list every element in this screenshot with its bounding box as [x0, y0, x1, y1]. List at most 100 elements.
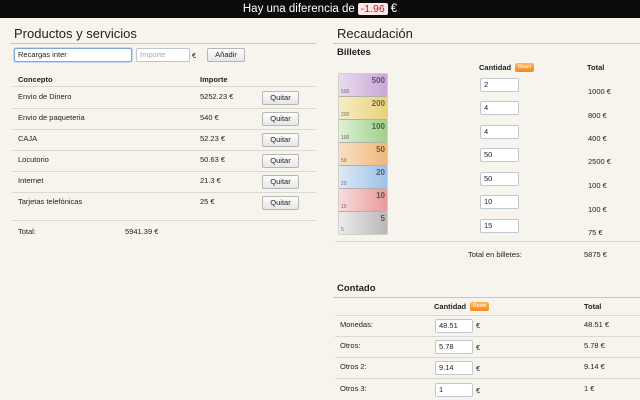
billete-cantidad-input[interactable]: 4: [480, 101, 519, 115]
billete-total: 1000 €: [588, 87, 611, 96]
billete-total: 400 €: [588, 134, 607, 143]
importe-currency: €: [192, 51, 197, 60]
recaudacion-divider: [333, 43, 640, 44]
billete-total: 75 €: [588, 228, 603, 237]
row-importe: 5252.23 €: [200, 92, 234, 101]
banknote-denomination-small: 20: [341, 181, 347, 187]
contado-total: 48.51 €: [584, 320, 610, 329]
row-divider: [12, 108, 316, 109]
contado-header-divider: [335, 315, 640, 316]
total-label: Total:: [18, 227, 36, 236]
contado-divider: [333, 297, 640, 298]
banknote-denomination: 10: [376, 191, 385, 200]
col-importe-header: Importe: [200, 75, 228, 84]
banknote-denomination: 50: [376, 145, 385, 154]
row-importe: 540 €: [200, 113, 219, 122]
banknote-denomination-small: 5: [341, 227, 344, 233]
billete-total: 800 €: [588, 111, 607, 120]
banknote-denomination-small: 100: [341, 135, 350, 141]
remove-button[interactable]: Quitar: [262, 196, 299, 210]
billetes-total-label: Total en billetes:: [468, 250, 522, 259]
row-divider: [12, 171, 316, 172]
billete-cantidad-input[interactable]: 50: [480, 148, 519, 162]
contado-cantidad-input[interactable]: 48.51: [435, 319, 473, 333]
add-button[interactable]: Añadir: [207, 48, 245, 62]
contado-total: 9.14 €: [584, 362, 605, 371]
row-importe: 52.23 €: [200, 134, 226, 143]
contado-currency: €: [476, 386, 481, 395]
billete-total: 100 €: [588, 181, 607, 190]
billete-cantidad-input[interactable]: 2: [480, 78, 519, 92]
banknote-denomination: 100: [371, 122, 385, 131]
remove-button[interactable]: Quitar: [262, 91, 299, 105]
contado-label: Monedas:: [340, 320, 373, 329]
concepto-input[interactable]: Recargas inter: [14, 48, 132, 62]
contado-label: Otros 2:: [340, 362, 367, 371]
banknote-denomination: 20: [376, 168, 385, 177]
contado-cantidad-input[interactable]: 1: [435, 383, 473, 397]
billete-total: 2500 €: [588, 157, 611, 166]
contado-cantidad-input[interactable]: 9.14: [435, 361, 473, 375]
difference-banner: Hay una diferencia de -1.96 €: [0, 0, 640, 18]
header-divider: [12, 86, 316, 87]
contado-label: Otros:: [340, 341, 361, 350]
contado-currency: €: [476, 321, 481, 330]
productos-divider: [10, 43, 316, 44]
billetes-total-divider: [335, 241, 640, 242]
billetes-total-value: 5875 €: [584, 250, 607, 259]
row-concepto: Tarjetas telefónicas: [18, 197, 83, 206]
row-concepto: Envio de paqueteria: [18, 113, 85, 122]
banknote-5-image: 5 5: [339, 212, 387, 234]
row-divider: [12, 129, 316, 130]
billetes-col-cantidad: Cantidad: [479, 63, 512, 72]
row-divider: [335, 357, 640, 358]
billete-cantidad-input[interactable]: 15: [480, 219, 519, 233]
contado-total: 5.78 €: [584, 341, 605, 350]
row-concepto: Envio de Dinero: [18, 92, 72, 101]
billetes-heading: Billetes: [337, 47, 371, 58]
banknote-100-image: 100 100: [339, 120, 387, 142]
banknote-20-image: 20 20: [339, 166, 387, 188]
banknote-500-image: 500 500: [339, 74, 387, 96]
remove-button[interactable]: Quitar: [262, 154, 299, 168]
contado-heading: Contado: [337, 283, 376, 294]
billete-total: 100 €: [588, 205, 607, 214]
contado-col-total: Total: [584, 302, 602, 311]
col-concepto-header: Concepto: [18, 75, 53, 84]
remove-button[interactable]: Quitar: [262, 133, 299, 147]
row-importe: 50.63 €: [200, 155, 226, 164]
billete-cantidad-input[interactable]: 4: [480, 125, 519, 139]
banknote-denomination: 500: [371, 76, 385, 85]
row-divider: [12, 220, 316, 221]
banknote-10-image: 10 10: [339, 189, 387, 211]
banknote-denomination-small: 500: [341, 89, 350, 95]
contado-reset-button[interactable]: Reset: [470, 302, 490, 311]
row-divider: [335, 336, 640, 337]
banknote-denomination-small: 10: [341, 204, 347, 210]
importe-input[interactable]: Importe: [136, 48, 190, 62]
banknote-denomination: 5: [380, 214, 385, 223]
billete-cantidad-input[interactable]: 50: [480, 172, 519, 186]
productos-title: Productos y servicios: [14, 26, 137, 41]
contado-total: 1 €: [584, 384, 595, 393]
row-divider: [12, 192, 316, 193]
row-concepto: Internet: [18, 176, 44, 185]
row-divider: [335, 378, 640, 379]
billetes-reset-button[interactable]: Reset: [515, 63, 535, 72]
row-importe: 21.3 €: [200, 176, 221, 185]
contado-cantidad-input[interactable]: 5.78: [435, 340, 473, 354]
contado-label: Otros 3:: [340, 384, 367, 393]
banknote-50-image: 50 50: [339, 143, 387, 165]
recaudacion-title: Recaudación: [337, 26, 413, 41]
banknote-denomination-small: 200: [341, 112, 350, 118]
billete-cantidad-input[interactable]: 10: [480, 195, 519, 209]
difference-value: -1.96: [357, 3, 388, 15]
row-divider: [12, 150, 316, 151]
remove-button[interactable]: Quitar: [262, 175, 299, 189]
total-value: 5941.39 €: [125, 227, 159, 236]
difference-label: Hay una diferencia de: [242, 3, 355, 15]
billetes-col-total: Total: [587, 63, 605, 72]
contado-currency: €: [476, 364, 481, 373]
row-concepto: CAJA: [18, 134, 38, 143]
remove-button[interactable]: Quitar: [262, 112, 299, 126]
